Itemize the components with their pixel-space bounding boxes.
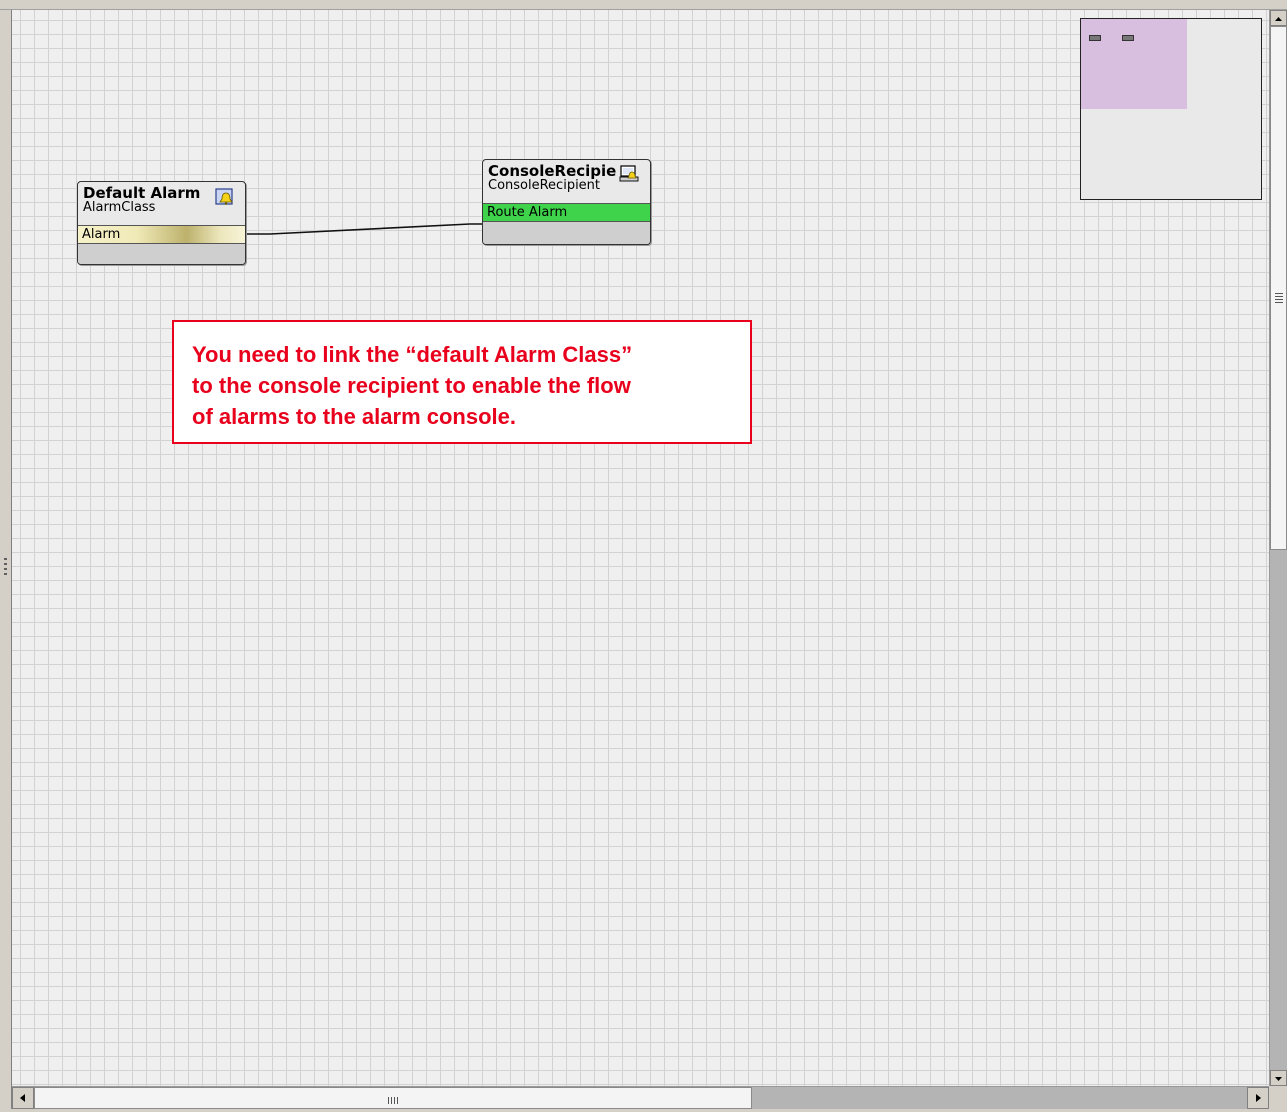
callout-line: You need to link the “default Alarm Clas…	[192, 342, 633, 367]
arrow-right-icon	[1256, 1094, 1261, 1102]
arrow-up-icon	[1275, 17, 1282, 21]
wiresheet-canvas[interactable]: Default Alarm AlarmClass Alarm ConsoleRe…	[12, 10, 1269, 1086]
vertical-scroll-thumb[interactable]	[1270, 26, 1287, 550]
console-recipient-node[interactable]: ConsoleRecipie ConsoleRecipient Route Al…	[482, 159, 651, 245]
minimap-viewport[interactable]	[1081, 19, 1187, 109]
vertical-scroll-track[interactable]	[1270, 550, 1287, 1070]
console-recipient-icon	[619, 165, 639, 182]
arrow-down-icon	[1275, 1077, 1282, 1081]
left-splitter[interactable]	[0, 10, 12, 1109]
scroll-down-button[interactable]	[1270, 1070, 1287, 1086]
minimap-node	[1122, 35, 1134, 41]
alarm-class-node[interactable]: Default Alarm AlarmClass Alarm	[77, 181, 246, 265]
slot-route-alarm[interactable]: Route Alarm	[483, 203, 650, 222]
splitter-grip-icon[interactable]	[4, 558, 7, 578]
horizontal-scrollbar[interactable]	[12, 1086, 1269, 1109]
slot-alarm[interactable]: Alarm	[78, 225, 245, 244]
callout-line: to the console recipient to enable the f…	[192, 373, 631, 398]
node-footer	[78, 244, 245, 264]
scroll-left-button[interactable]	[12, 1087, 34, 1109]
instruction-callout: You need to link the “default Alarm Clas…	[172, 320, 752, 444]
link-wire[interactable]	[245, 223, 482, 235]
thumb-grip-icon	[388, 1097, 398, 1104]
alarm-class-icon	[215, 188, 233, 205]
minimap-node	[1089, 35, 1101, 41]
scroll-right-button[interactable]	[1247, 1087, 1269, 1109]
scroll-up-button[interactable]	[1270, 10, 1287, 26]
horizontal-scroll-track[interactable]	[752, 1087, 1247, 1109]
callout-line: of alarms to the alarm console.	[192, 404, 516, 429]
arrow-left-icon	[20, 1094, 25, 1102]
top-toolbar-edge	[0, 0, 1287, 10]
vertical-scrollbar[interactable]	[1269, 10, 1287, 1086]
node-footer	[483, 222, 650, 244]
horizontal-scroll-thumb[interactable]	[34, 1087, 752, 1109]
scrollbar-corner	[1269, 1086, 1287, 1109]
thumb-grip-icon	[1275, 293, 1283, 303]
overview-minimap[interactable]	[1080, 18, 1262, 200]
